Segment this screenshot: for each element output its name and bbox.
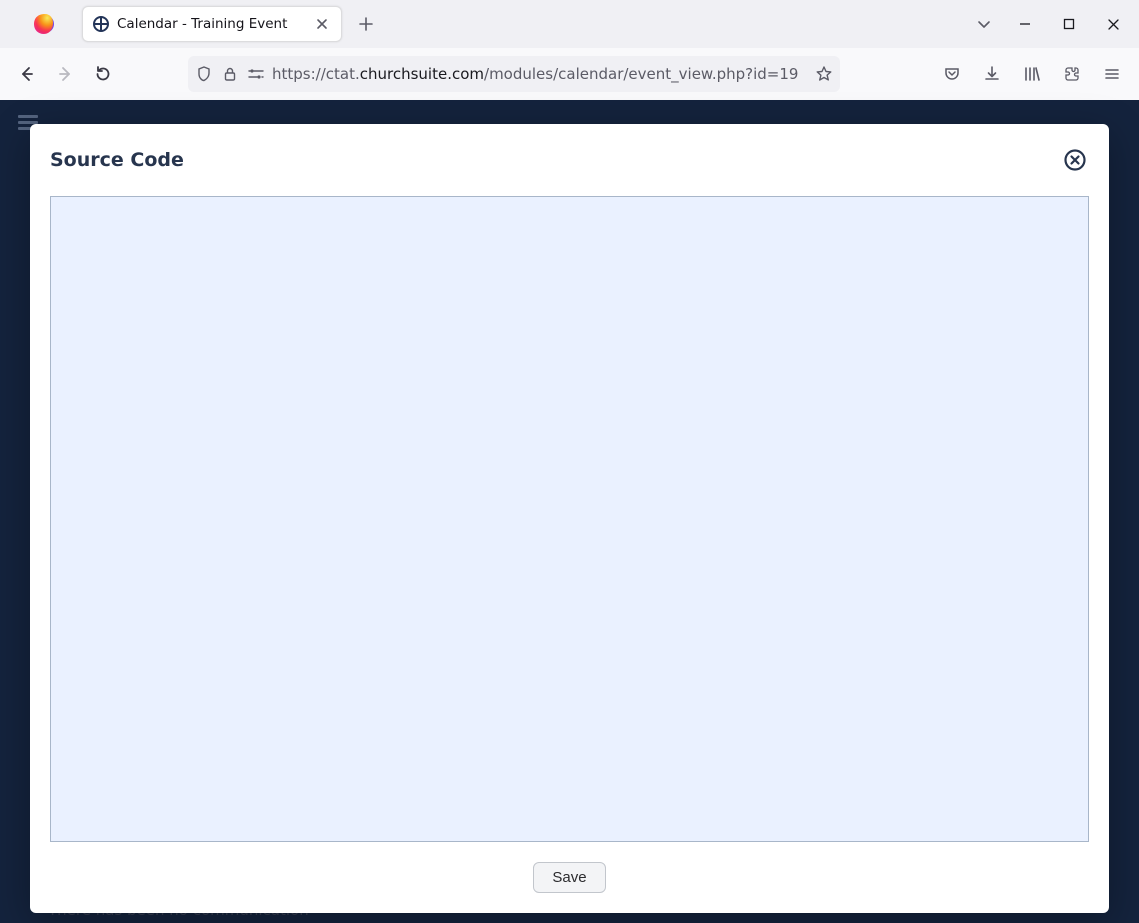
nav-back-button[interactable] <box>10 57 44 91</box>
permissions-icon[interactable] <box>246 64 266 84</box>
window-minimize-button[interactable] <box>1003 2 1047 46</box>
firefox-logo <box>8 12 82 36</box>
browser-toolbar: https://ctat.churchsuite.com/modules/cal… <box>0 48 1139 100</box>
url-bar[interactable]: https://ctat.churchsuite.com/modules/cal… <box>188 56 840 92</box>
modal-close-button[interactable] <box>1061 146 1089 174</box>
downloads-icon[interactable] <box>975 57 1009 91</box>
modal-title: Source Code <box>50 149 184 171</box>
modal-footer: Save <box>50 862 1089 893</box>
bookmark-star-icon[interactable] <box>814 64 834 84</box>
window-controls <box>1003 0 1135 48</box>
new-tab-button[interactable] <box>350 8 382 40</box>
save-button[interactable]: Save <box>533 862 605 893</box>
window-close-button[interactable] <box>1091 2 1135 46</box>
toolbar-right <box>935 57 1129 91</box>
page-content: There has been no communication Source C… <box>0 100 1139 923</box>
app-menu-icon[interactable] <box>1095 57 1129 91</box>
modal-header: Source Code <box>50 140 1089 180</box>
pocket-icon[interactable] <box>935 57 969 91</box>
library-icon[interactable] <box>1015 57 1049 91</box>
browser-tab[interactable]: Calendar - Training Event <box>82 6 342 42</box>
url-text: https://ctat.churchsuite.com/modules/cal… <box>272 65 808 83</box>
source-code-modal: Source Code Save <box>30 124 1109 913</box>
browser-titlebar: Calendar - Training Event <box>0 0 1139 48</box>
tab-title: Calendar - Training Event <box>117 16 305 32</box>
tab-overflow-button[interactable] <box>967 7 1001 41</box>
tab-favicon-icon <box>93 16 109 32</box>
nav-reload-button[interactable] <box>86 57 120 91</box>
nav-forward-button[interactable] <box>48 57 82 91</box>
source-code-textarea[interactable] <box>50 196 1089 842</box>
lock-icon[interactable] <box>220 64 240 84</box>
url-host: churchsuite.com <box>360 65 484 83</box>
tracking-protection-icon[interactable] <box>194 64 214 84</box>
tab-close-button[interactable] <box>313 15 331 33</box>
url-path: /modules/calendar/event_view.php?id=19 <box>484 65 798 83</box>
window-maximize-button[interactable] <box>1047 2 1091 46</box>
extensions-icon[interactable] <box>1055 57 1089 91</box>
url-prefix: https://ctat. <box>272 65 360 83</box>
